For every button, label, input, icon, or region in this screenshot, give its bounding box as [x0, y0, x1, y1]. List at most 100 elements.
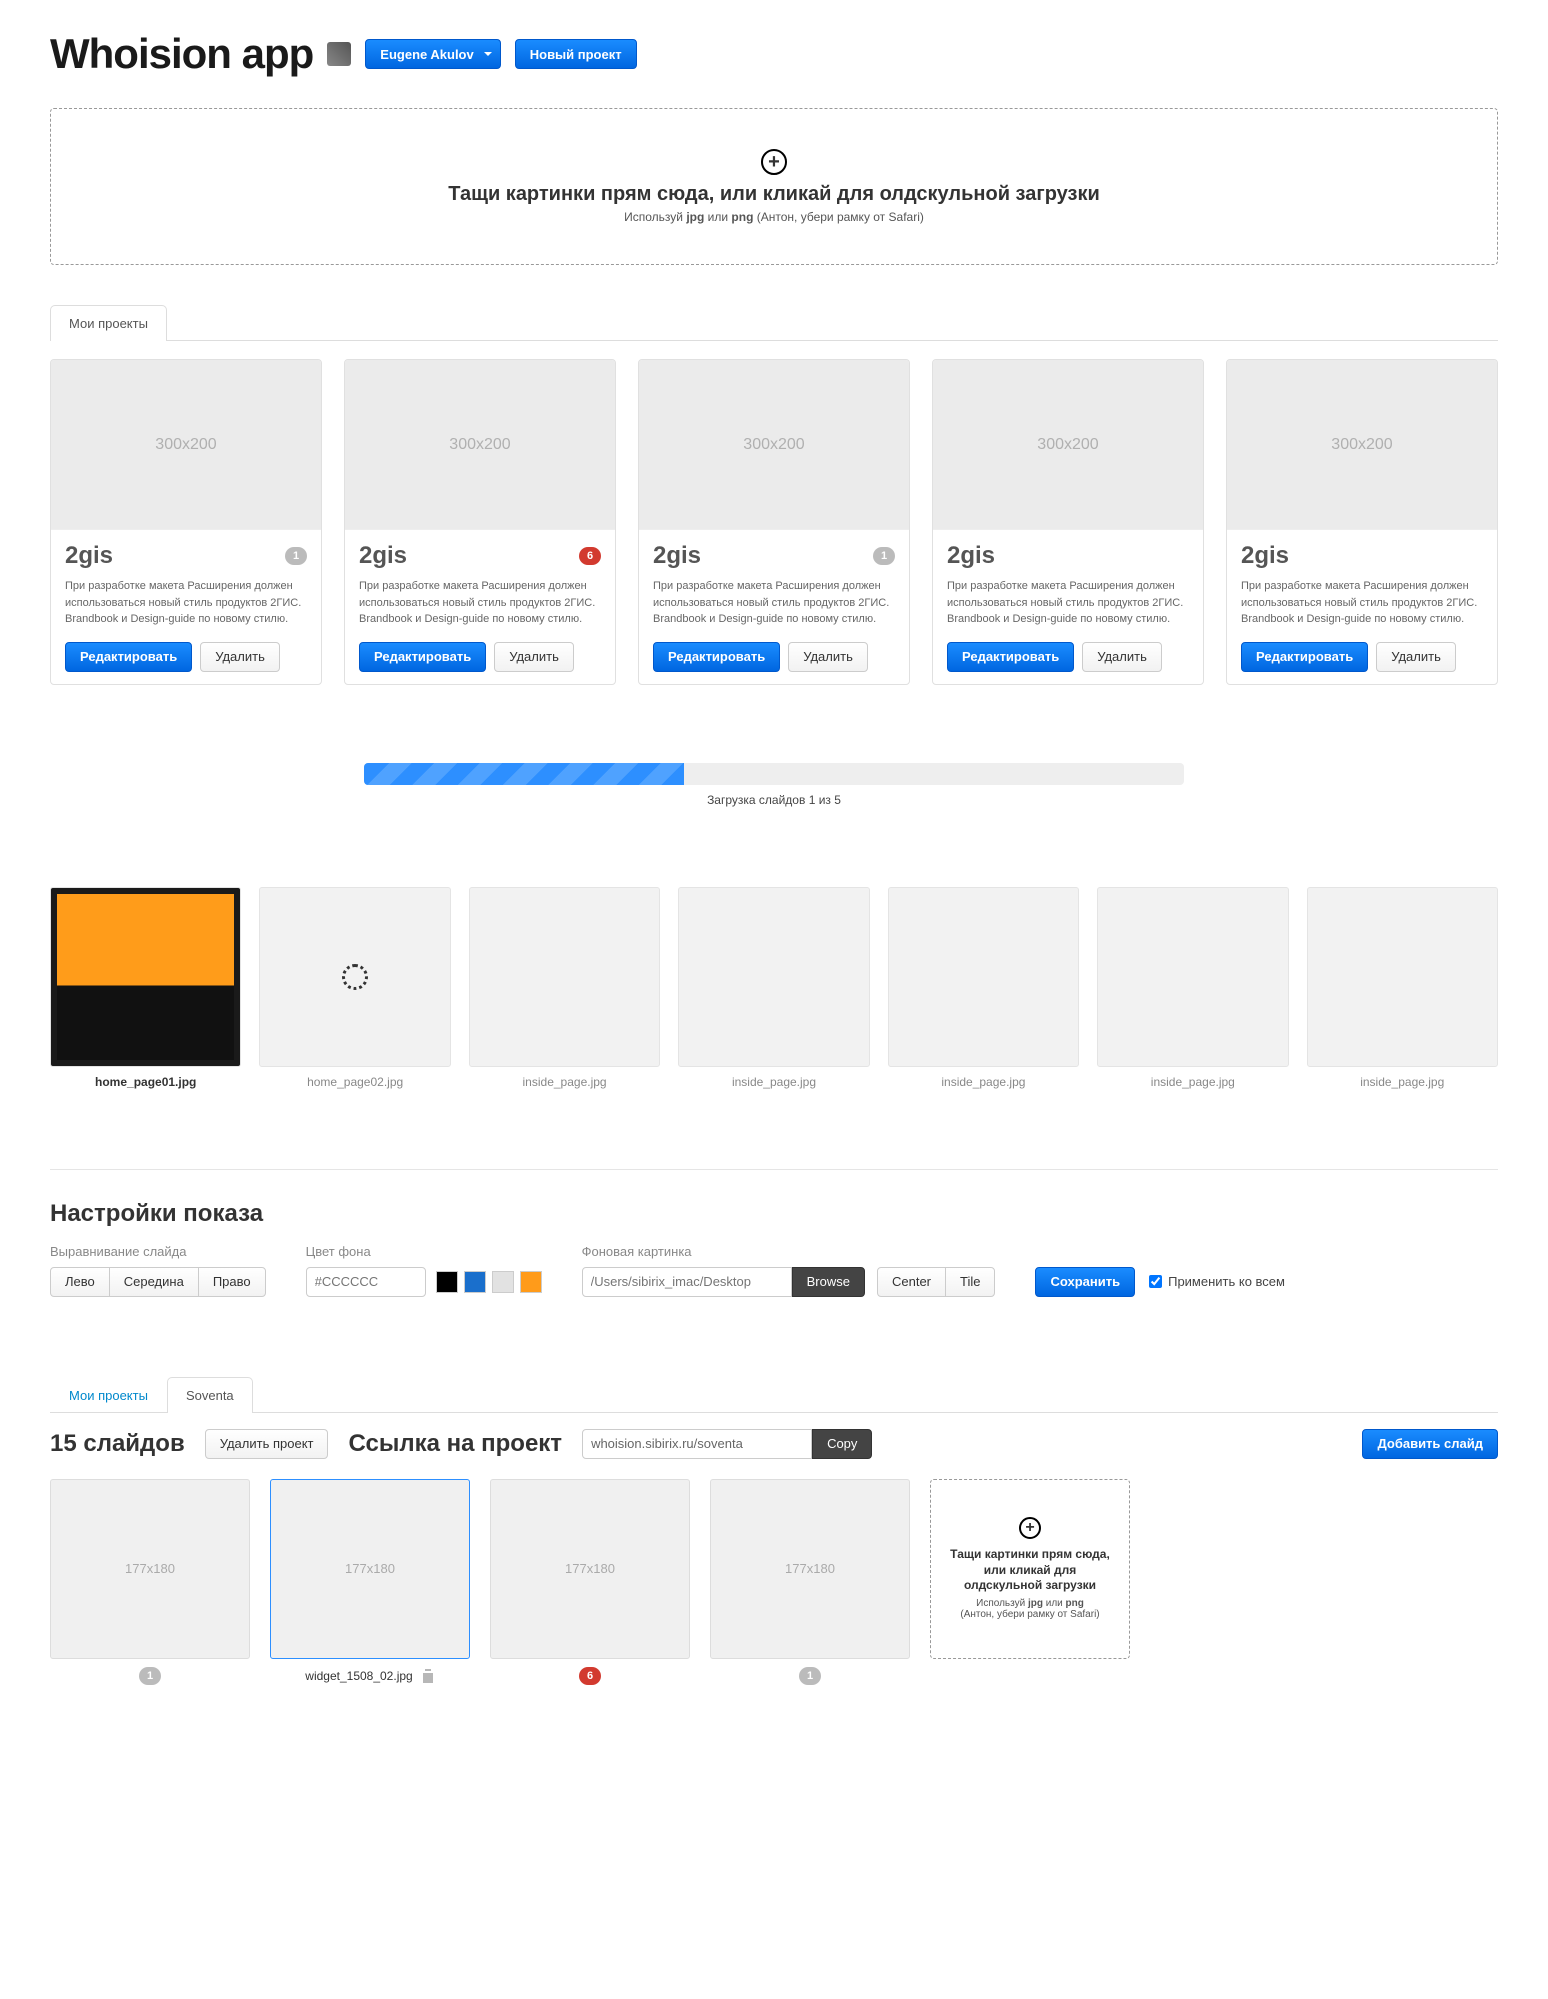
slide-item[interactable]: inside_page.jpg [888, 887, 1079, 1089]
slide-thumbnail[interactable]: 177x180 [270, 1479, 470, 1659]
card-title: 2gis [1241, 542, 1289, 570]
align-label: Выравнивание слайда [50, 1244, 266, 1259]
upload-dropzone[interactable]: + Тащи картинки прям сюда, или кликай дл… [50, 108, 1498, 265]
add-slide-button[interactable]: Добавить слайд [1362, 1429, 1498, 1459]
save-setting: Сохранить Применить ко всем [1035, 1244, 1285, 1297]
color-swatch[interactable] [436, 1271, 458, 1293]
project-slide-item[interactable]: 177x180 6 [490, 1479, 690, 1685]
card-thumbnail: 300x200 [345, 360, 615, 530]
copy-link-button[interactable]: Copy [812, 1429, 872, 1459]
project-card[interactable]: 300x200 2gis 1 При разработке макета Рас… [50, 359, 322, 685]
delete-button[interactable]: Удалить [494, 642, 574, 672]
new-project-button[interactable]: Новый проект [515, 39, 637, 69]
slide-item[interactable]: home_page02.jpg [259, 887, 450, 1089]
edit-button[interactable]: Редактировать [947, 642, 1074, 672]
project-slide-item[interactable]: 177x180 1 [50, 1479, 250, 1685]
slide-upload-dropzone[interactable]: + Тащи картинки прям сюда, или кликай дл… [930, 1479, 1130, 1659]
card-title: 2gis [653, 542, 701, 570]
bg-image-label: Фоновая картинка [582, 1244, 996, 1259]
project-slide-item[interactable]: 177x180 1 [710, 1479, 910, 1685]
browse-button[interactable]: Browse [792, 1267, 865, 1297]
divider [50, 1169, 1498, 1170]
delete-button[interactable]: Удалить [788, 642, 868, 672]
delete-button[interactable]: Удалить [200, 642, 280, 672]
align-right-button[interactable]: Право [198, 1267, 266, 1297]
align-setting: Выравнивание слайда Лево Середина Право [50, 1244, 266, 1297]
tab-my-projects[interactable]: Мои проекты [50, 305, 167, 341]
card-title: 2gis [359, 542, 407, 570]
edit-button[interactable]: Редактировать [359, 642, 486, 672]
chevron-down-icon [484, 52, 492, 60]
bg-image-setting: Фоновая картинка Browse Center Tile [582, 1244, 996, 1297]
slide-meta: 1 [50, 1667, 250, 1685]
slide-filename: home_page02.jpg [259, 1075, 450, 1089]
tab-soventa[interactable]: Soventa [167, 1377, 253, 1413]
tab-my-projects-2[interactable]: Мои проекты [50, 1377, 167, 1413]
card-thumbnail: 300x200 [639, 360, 909, 530]
delete-project-button[interactable]: Удалить проект [205, 1429, 329, 1459]
bg-color-input[interactable] [306, 1267, 426, 1297]
card-description: При разработке макета Расширения должен … [947, 578, 1189, 628]
slide-thumbnail[interactable] [888, 887, 1079, 1067]
trash-icon[interactable] [421, 1669, 435, 1683]
user-menu-button[interactable]: Eugene Akulov [365, 39, 500, 69]
slide-thumbnail[interactable] [259, 887, 450, 1067]
edit-button[interactable]: Редактировать [1241, 642, 1368, 672]
dropzone-title: Тащи картинки прям сюда, или кликай для … [71, 183, 1477, 206]
edit-button[interactable]: Редактировать [653, 642, 780, 672]
card-description: При разработке макета Расширения должен … [653, 578, 895, 628]
slide-thumbnail[interactable] [1097, 887, 1288, 1067]
slide-meta: widget_1508_02.jpg [270, 1667, 470, 1685]
slide-thumbnail[interactable] [678, 887, 869, 1067]
card-thumbnail: 300x200 [1227, 360, 1497, 530]
color-swatch[interactable] [492, 1271, 514, 1293]
slide-item[interactable]: inside_page.jpg [1097, 887, 1288, 1089]
slide-thumbnail[interactable] [469, 887, 660, 1067]
slide-item[interactable]: inside_page.jpg [1307, 887, 1498, 1089]
bg-color-setting: Цвет фона [306, 1244, 542, 1297]
save-button[interactable]: Сохранить [1035, 1267, 1135, 1297]
project-card[interactable]: 300x200 2gis 6 При разработке макета Рас… [344, 359, 616, 685]
card-title: 2gis [947, 542, 995, 570]
project-slide-row: 177x180 1 177x180 widget_1508_02.jpg 177… [50, 1479, 1498, 1685]
project-card[interactable]: 300x200 2gis 1 При разработке макета Рас… [638, 359, 910, 685]
slide-item[interactable]: inside_page.jpg [678, 887, 869, 1089]
app-header: Whoision app Eugene Akulov Новый проект [50, 30, 1498, 78]
bg-pos-tile-button[interactable]: Tile [945, 1267, 995, 1297]
slide-thumbnail[interactable]: 177x180 [490, 1479, 690, 1659]
project-cards: 300x200 2gis 1 При разработке макета Рас… [50, 341, 1498, 703]
slide-thumbnail[interactable] [1307, 887, 1498, 1067]
card-description: При разработке макета Расширения должен … [359, 578, 601, 628]
projects-tabs: Мои проекты [50, 305, 1498, 341]
card-description: При разработке макета Расширения должен … [65, 578, 307, 628]
color-swatch[interactable] [520, 1271, 542, 1293]
apply-all-checkbox[interactable]: Применить ко всем [1149, 1274, 1285, 1289]
project-card[interactable]: 300x200 2gis При разработке макета Расши… [932, 359, 1204, 685]
bg-pos-center-button[interactable]: Center [877, 1267, 946, 1297]
slide-badge: 6 [579, 1667, 601, 1685]
avatar[interactable] [327, 42, 351, 66]
align-center-button[interactable]: Середина [109, 1267, 199, 1297]
slide-thumbnail[interactable]: 177x180 [50, 1479, 250, 1659]
slide-item[interactable]: home_page01.jpg [50, 887, 241, 1089]
project-link-input[interactable] [582, 1429, 812, 1459]
slide-thumbnails: home_page01.jpg home_page02.jpg inside_pag… [50, 887, 1498, 1089]
edit-button[interactable]: Редактировать [65, 642, 192, 672]
slide-filename: widget_1508_02.jpg [305, 1669, 412, 1683]
delete-button[interactable]: Удалить [1376, 642, 1456, 672]
color-swatches [436, 1271, 542, 1293]
slide-thumbnail[interactable]: 177x180 [710, 1479, 910, 1659]
delete-button[interactable]: Удалить [1082, 642, 1162, 672]
slide-item[interactable]: inside_page.jpg [469, 887, 660, 1089]
slide-preview-image [57, 894, 234, 1060]
card-badge: 1 [285, 547, 307, 565]
align-left-button[interactable]: Лево [50, 1267, 110, 1297]
color-swatch[interactable] [464, 1271, 486, 1293]
card-badge: 6 [579, 547, 601, 565]
plus-circle-icon: + [1019, 1517, 1041, 1539]
project-card[interactable]: 300x200 2gis При разработке макета Расши… [1226, 359, 1498, 685]
apply-all-checkbox-input[interactable] [1149, 1275, 1162, 1288]
slide-thumbnail[interactable] [50, 887, 241, 1067]
bg-image-path-input[interactable] [582, 1267, 792, 1297]
project-slide-item[interactable]: 177x180 widget_1508_02.jpg [270, 1479, 470, 1685]
